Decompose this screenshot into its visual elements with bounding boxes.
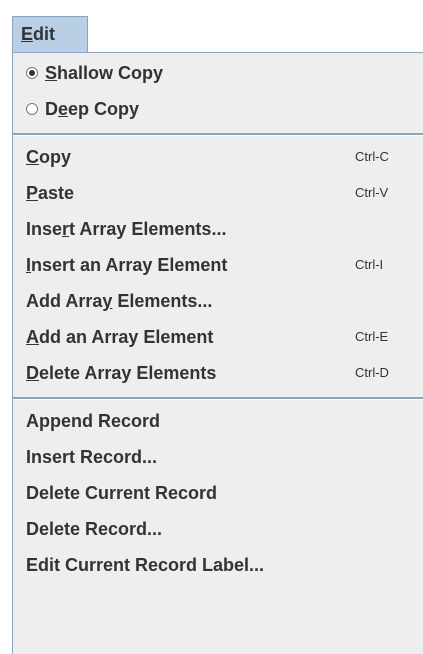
menu-item-append-record[interactable]: Append Record [13,403,423,439]
deep-copy-label: Deep Copy [45,99,140,119]
paste-shortcut: Ctrl-V [355,185,389,200]
shallow-copy-label: Shallow Copy [45,63,164,83]
radio-unselected-icon [26,103,38,115]
menu-separator [13,133,423,136]
insert-an-array-element-label: Insert an Array Element [26,255,228,275]
insert-an-array-element-shortcut: Ctrl-I [355,257,384,272]
menu-item-delete-record[interactable]: Delete Record... [13,511,423,547]
delete-current-record-label: Delete Current Record [26,483,218,503]
menu-item-insert-an-array-element[interactable]: Insert an Array Element Ctrl-I [13,247,423,283]
add-an-array-element-shortcut: Ctrl-E [355,329,389,344]
radio-selected-icon [26,67,38,79]
menu-item-add-array-elements[interactable]: Add Array Elements... [13,283,423,319]
copy-shortcut: Ctrl-C [355,149,389,164]
edit-menu-label: dit [33,24,56,44]
delete-array-elements-label: Delete Array Elements [26,363,217,383]
add-array-elements-label: Add Array Elements... [26,291,213,311]
menu-item-insert-record[interactable]: Insert Record... [13,439,423,475]
menu-item-insert-array-elements[interactable]: Insert Array Elements... [13,211,423,247]
paste-label: Paste [26,183,75,203]
edit-current-record-label-label: Edit Current Record Label... [26,555,265,575]
delete-array-elements-shortcut: Ctrl-D [355,365,389,380]
insert-array-elements-label: Insert Array Elements... [26,219,227,239]
insert-record-label: Insert Record... [26,447,158,467]
menu-bar: Edit [0,0,423,56]
menu-item-copy[interactable]: Copy Ctrl-C [13,139,423,175]
add-an-array-element-label: Add an Array Element [26,327,214,347]
copy-label: Copy [26,147,72,167]
append-record-label: Append Record [26,411,161,431]
menu-item-delete-array-elements[interactable]: Delete Array Elements Ctrl-D [13,355,423,391]
menu-item-shallow-copy[interactable]: Shallow Copy [13,55,423,91]
menu-item-deep-copy[interactable]: Deep Copy [13,91,423,127]
menu-item-add-an-array-element[interactable]: Add an Array Element Ctrl-E [13,319,423,355]
edit-menu-mnemonic: E [21,24,34,44]
menu-separator [13,397,423,400]
menu-item-paste[interactable]: Paste Ctrl-V [13,175,423,211]
edit-menu[interactable]: Edit [12,16,88,52]
delete-record-label: Delete Record... [26,519,163,539]
menu-item-edit-current-record-label[interactable]: Edit Current Record Label... [13,547,423,583]
menu-item-delete-current-record[interactable]: Delete Current Record [13,475,423,511]
edit-menu-popup: Shallow Copy Deep Copy Copy Ctrl-C Paste… [12,52,423,654]
